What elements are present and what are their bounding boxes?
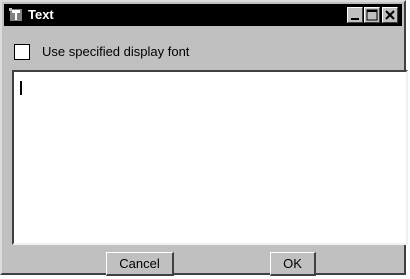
app-icon <box>8 7 24 23</box>
ok-button[interactable]: OK <box>270 252 316 276</box>
window-title: Text <box>28 7 54 22</box>
close-button[interactable] <box>382 7 398 23</box>
cancel-button[interactable]: Cancel <box>106 252 174 276</box>
display-font-checkbox-label[interactable]: Use specified display font <box>42 44 189 60</box>
text-dialog-window: Text Use specified display font Cancel O… <box>0 0 408 276</box>
minimize-icon <box>351 18 359 20</box>
close-icon <box>385 10 395 20</box>
title-bar[interactable]: Text <box>4 4 402 26</box>
maximize-icon <box>366 9 378 21</box>
text-caret <box>20 81 22 95</box>
maximize-button[interactable] <box>364 7 380 23</box>
text-input-area[interactable] <box>12 70 408 245</box>
minimize-button[interactable] <box>347 7 363 23</box>
display-font-checkbox[interactable] <box>14 44 30 60</box>
